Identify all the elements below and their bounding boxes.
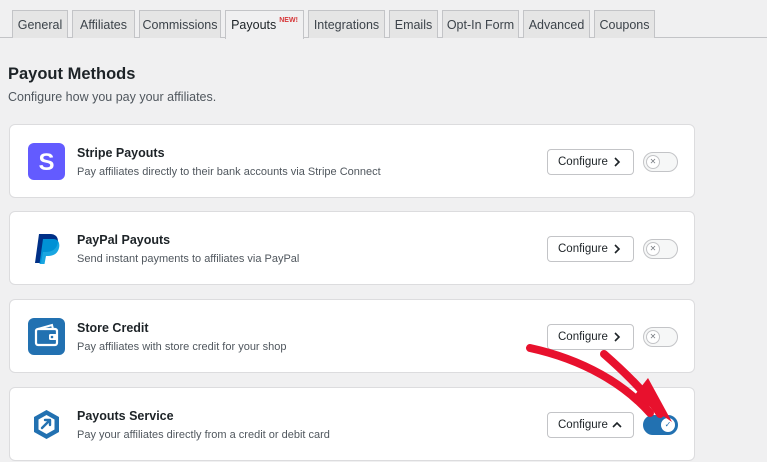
svg-text:S: S bbox=[38, 149, 54, 176]
tab-label: Opt-In Form bbox=[446, 17, 515, 32]
tab-label: Commissions bbox=[142, 17, 218, 32]
configure-label: Configure bbox=[558, 243, 608, 255]
tab-label: Emails bbox=[394, 17, 433, 32]
tab-commissions[interactable]: Commissions bbox=[139, 10, 221, 38]
payout-method-card-payouts-service: Payouts Service Pay your affiliates dire… bbox=[9, 387, 695, 461]
payout-method-description: Pay affiliates with store credit for you… bbox=[77, 341, 287, 353]
tab-label: Payouts bbox=[231, 18, 277, 32]
tab-opt-in-form[interactable]: Opt-In Form bbox=[442, 10, 519, 38]
new-badge: NEW! bbox=[279, 16, 298, 24]
tab-affiliates[interactable]: Affiliates bbox=[72, 10, 135, 38]
configure-label: Configure bbox=[558, 331, 608, 343]
payout-method-description: Pay affiliates directly to their bank ac… bbox=[77, 166, 381, 178]
page-subtitle: Configure how you pay your affiliates. bbox=[8, 90, 217, 104]
paypal-icon bbox=[28, 230, 65, 267]
tab-advanced[interactable]: Advanced bbox=[523, 10, 590, 38]
payout-method-name: Store Credit bbox=[77, 321, 149, 335]
tab-label: General bbox=[17, 17, 63, 32]
configure-button[interactable]: Configure bbox=[547, 149, 634, 175]
enable-toggle[interactable]: ✕ bbox=[643, 152, 678, 172]
toggle-off-icon: ✕ bbox=[646, 155, 660, 169]
checkmark-icon: ✓ bbox=[661, 418, 675, 432]
chevron-up-icon bbox=[612, 421, 622, 428]
chevron-right-icon bbox=[614, 332, 621, 342]
configure-label: Configure bbox=[558, 419, 608, 431]
payout-method-card-store-credit: Store Credit Pay affiliates with store c… bbox=[9, 299, 695, 373]
configure-button[interactable]: Configure bbox=[547, 412, 634, 438]
configure-button[interactable]: Configure bbox=[547, 324, 634, 350]
tab-integrations[interactable]: Integrations bbox=[308, 10, 385, 38]
tab-label: Integrations bbox=[313, 17, 380, 32]
payouts-service-icon bbox=[28, 406, 65, 443]
tab-label: Coupons bbox=[599, 17, 650, 32]
tab-coupons[interactable]: Coupons bbox=[594, 10, 655, 38]
enable-toggle[interactable]: ✓ bbox=[643, 415, 678, 435]
settings-tab-bar: General Affiliates Commissions Payouts NE… bbox=[0, 0, 767, 39]
tab-label: Advanced bbox=[528, 17, 585, 32]
payout-method-description: Send instant payments to affiliates via … bbox=[77, 253, 300, 265]
tab-general[interactable]: General bbox=[12, 10, 68, 38]
enable-toggle[interactable]: ✕ bbox=[643, 239, 678, 259]
payout-method-description: Pay your affiliates directly from a cred… bbox=[77, 429, 330, 441]
payout-method-card-paypal: PayPal Payouts Send instant payments to … bbox=[9, 211, 695, 285]
tab-payouts[interactable]: Payouts NEW! bbox=[225, 10, 304, 39]
payout-method-name: PayPal Payouts bbox=[77, 233, 171, 247]
tab-label: Affiliates bbox=[79, 17, 127, 32]
toggle-off-icon: ✕ bbox=[646, 330, 660, 344]
wallet-icon bbox=[28, 318, 65, 355]
toggle-off-icon: ✕ bbox=[646, 242, 660, 256]
page-title: Payout Methods bbox=[8, 65, 136, 83]
configure-button[interactable]: Configure bbox=[547, 236, 634, 262]
payout-method-name: Payouts Service bbox=[77, 409, 174, 423]
payout-method-card-stripe: S Stripe Payouts Pay affiliates directly… bbox=[9, 124, 695, 198]
stripe-icon: S bbox=[28, 143, 65, 180]
tab-emails[interactable]: Emails bbox=[389, 10, 438, 38]
chevron-right-icon bbox=[614, 157, 621, 167]
enable-toggle[interactable]: ✕ bbox=[643, 327, 678, 347]
configure-label: Configure bbox=[558, 156, 608, 168]
payout-method-name: Stripe Payouts bbox=[77, 146, 165, 160]
chevron-right-icon bbox=[614, 244, 621, 254]
